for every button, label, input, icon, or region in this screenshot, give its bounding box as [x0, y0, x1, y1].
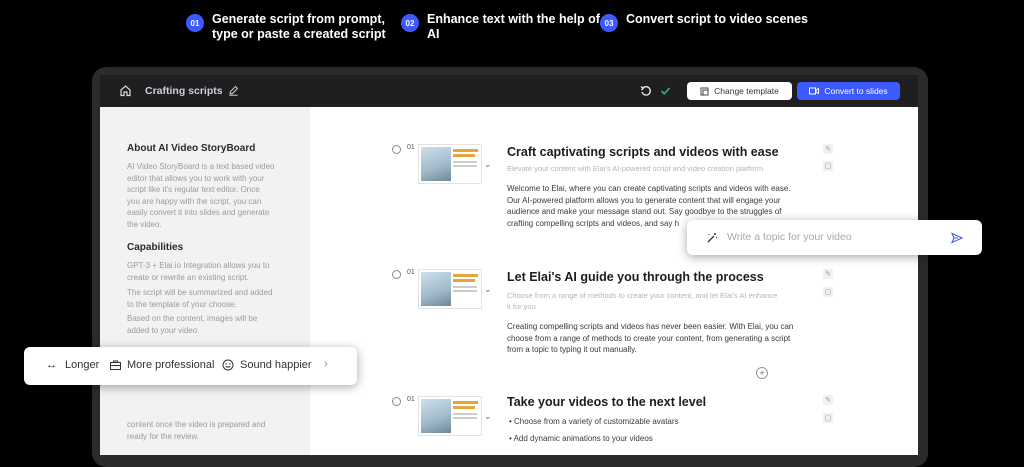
home-icon[interactable]: [119, 84, 132, 97]
step-3: 03 Convert script to video scenes: [600, 12, 808, 32]
scene-title[interactable]: Take your videos to the next level: [507, 395, 706, 409]
step-text-line: Convert script to video scenes: [626, 12, 809, 26]
undo-icon[interactable]: [640, 85, 652, 97]
clock-icon: [392, 397, 401, 406]
bullet-text: Add dynamic animations to your videos: [513, 434, 653, 443]
template-icon: [700, 87, 709, 95]
magic-wand-icon[interactable]: ✎: [823, 395, 833, 405]
script-editor: 01 ⌄ Craft captivating scripts and video…: [310, 107, 918, 455]
text-line: ready for the review.: [127, 431, 200, 441]
convert-to-slides-button[interactable]: Convert to slides: [797, 82, 900, 100]
change-template-button[interactable]: Change template: [687, 82, 792, 100]
page-title: Crafting scripts: [145, 85, 223, 97]
scene-thumbnail[interactable]: [418, 269, 482, 309]
info-sidebar: About AI Video StoryBoard AI Video Story…: [100, 107, 310, 455]
trash-icon[interactable]: ▢: [823, 287, 833, 297]
text-line: choose from a range of methods to create…: [507, 333, 791, 343]
scene-number: 01: [407, 396, 415, 403]
topic-input-popup: Write a topic for your video: [687, 220, 982, 255]
capabilities-heading: Capabilities: [127, 242, 184, 253]
scene-thumbnail[interactable]: [418, 396, 482, 436]
about-heading: About AI Video StoryBoard: [127, 143, 256, 154]
text-line: create or rewrite an existing script.: [127, 272, 249, 282]
text-line: Creating compelling scripts and videos h…: [507, 322, 794, 331]
app-window: Crafting scripts Change template Convert…: [100, 75, 918, 455]
clock-icon: [392, 270, 401, 279]
step-text-line: Enhance text with the help of: [427, 12, 600, 26]
longer-option[interactable]: Longer: [65, 359, 99, 371]
tone-options-popup: ↔ Longer More professional Sound happier…: [24, 347, 357, 385]
briefcase-icon: [110, 360, 121, 370]
step-text-line: type or paste a created script: [212, 27, 386, 41]
text-line: Welcome to Elai, where you can create ca…: [507, 184, 791, 193]
step-text-line: Generate script from prompt,: [212, 12, 385, 26]
capability-3: Based on the content, images will be add…: [127, 313, 285, 336]
text-line: Based on the content, images will be: [127, 314, 258, 323]
change-template-label: Change template: [714, 86, 779, 96]
text-line: content once the video is prepared and: [127, 420, 266, 429]
topic-input[interactable]: Write a topic for your video: [727, 231, 852, 243]
bullet-text: Choose from a variety of customizable av…: [514, 417, 679, 426]
text-line: added to your video.: [127, 325, 200, 335]
video-camera-icon: [809, 87, 820, 95]
magic-wand-icon[interactable]: ✎: [823, 144, 833, 154]
text-line: you are happy with the script, you can: [127, 196, 262, 206]
check-icon: [661, 87, 671, 95]
text-line: GPT-3 + Elai.io Integration allows you t…: [127, 261, 270, 270]
capability-1: GPT-3 + Elai.io Integration allows you t…: [127, 260, 285, 283]
scene-thumbnail[interactable]: [418, 144, 482, 184]
scene-number: 01: [407, 144, 415, 151]
add-scene-button[interactable]: +: [756, 367, 768, 379]
scene-title[interactable]: Craft captivating scripts and videos wit…: [507, 145, 779, 159]
chevron-down-icon[interactable]: ⌄: [484, 284, 492, 295]
smile-icon: [222, 359, 234, 371]
text-line: to the template of your choose.: [127, 299, 237, 309]
step-2: 02 Enhance text with the help of AI: [401, 12, 600, 42]
trash-icon[interactable]: ▢: [823, 413, 833, 423]
scene-title[interactable]: Let Elai's AI guide you through the proc…: [507, 270, 764, 284]
about-text: AI Video StoryBoard is a text based vide…: [127, 161, 285, 230]
step-1: 01 Generate script from prompt, type or p…: [186, 12, 386, 42]
text-line: editor that allows you to work with your: [127, 173, 265, 183]
text-line: audience and make your message stand out…: [507, 207, 782, 217]
scene-subtitle[interactable]: Elevate your content with Elai's AI-powe…: [507, 163, 763, 174]
text-line: easily convert it into slides and genera…: [127, 208, 270, 217]
chevron-down-icon[interactable]: ⌄: [484, 159, 492, 170]
step-number: 03: [600, 14, 618, 32]
text-line: AI Video StoryBoard is a text based vide…: [127, 162, 275, 171]
text-line: Our AI-powered platform allows you to ge…: [507, 195, 781, 205]
clock-icon: [392, 145, 401, 154]
send-icon[interactable]: [951, 232, 963, 244]
convert-label: Convert to slides: [824, 86, 888, 96]
scene-body[interactable]: Creating compelling scripts and videos h…: [507, 321, 809, 356]
step-text-line: AI: [427, 27, 440, 41]
text-line: Choose from a range of methods to create…: [507, 291, 778, 300]
bullet-item[interactable]: • Choose from a variety of customizable …: [509, 417, 679, 426]
top-bar: Crafting scripts Change template Convert…: [100, 75, 918, 107]
scene-number: 01: [407, 269, 415, 276]
more-professional-option[interactable]: More professional: [127, 359, 214, 371]
step-number: 02: [401, 14, 419, 32]
capability-2: The script will be summarized and added …: [127, 287, 285, 310]
capability-4: content once the video is prepared and r…: [127, 419, 285, 442]
chevron-down-icon[interactable]: ⌄: [484, 411, 492, 422]
chevron-right-icon[interactable]: ›: [324, 358, 328, 370]
text-line: it for you: [507, 302, 536, 311]
text-line: the video.: [127, 219, 162, 229]
step-number: 01: [186, 14, 204, 32]
magic-wand-icon: [707, 233, 717, 243]
trash-icon[interactable]: ▢: [823, 161, 833, 171]
scene-subtitle[interactable]: Choose from a range of methods to create…: [507, 290, 777, 312]
edit-pencil-icon[interactable]: [228, 85, 239, 96]
magic-wand-icon[interactable]: ✎: [823, 269, 833, 279]
text-line: The script will be summarized and added: [127, 288, 273, 297]
bullet-item[interactable]: • Add dynamic animations to your videos: [509, 434, 653, 443]
arrows-horizontal-icon: ↔: [46, 359, 57, 371]
sound-happier-option[interactable]: Sound happier: [240, 359, 312, 371]
text-line: script like it's regular text editor. On…: [127, 185, 260, 194]
text-line: from a topic to typing it out manually.: [507, 345, 637, 355]
